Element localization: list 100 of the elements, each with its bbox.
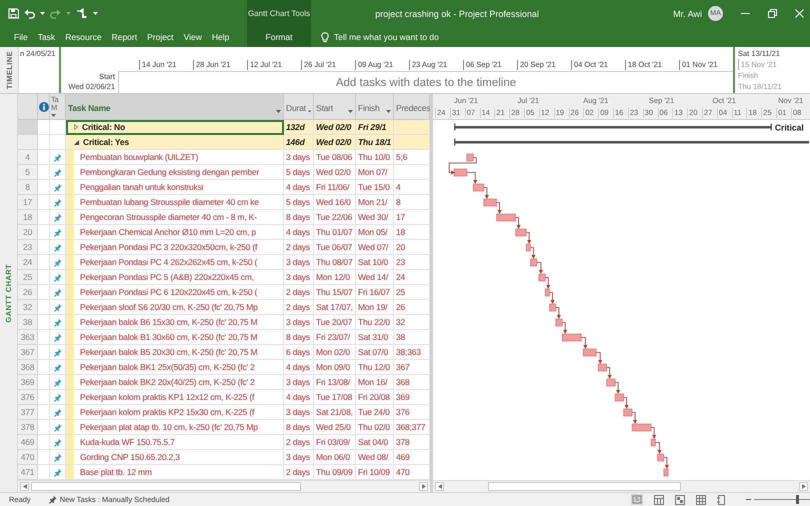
table-cell: 368 <box>394 375 430 390</box>
scroll-right-icon[interactable] <box>802 484 806 489</box>
caret-icon[interactable] <box>348 110 353 113</box>
close-icon[interactable] <box>795 9 804 18</box>
scroll-right-icon[interactable] <box>422 484 426 489</box>
scrollbar-thumb[interactable] <box>488 482 682 491</box>
row-header[interactable]: 470 <box>18 450 38 465</box>
task-bar[interactable] <box>657 454 664 462</box>
window-title: project crashing ok - Project Professional <box>374 8 540 18</box>
caret-icon[interactable] <box>40 12 45 15</box>
collapsed-triangle-icon[interactable] <box>74 124 78 130</box>
row-header[interactable]: 5 <box>18 165 38 180</box>
task-bar[interactable] <box>472 184 484 192</box>
column-header[interactable]: Predeces <box>394 94 430 120</box>
task-bar[interactable] <box>515 228 526 236</box>
task-bar[interactable] <box>466 154 474 162</box>
table-view-icon[interactable] <box>654 494 664 504</box>
row-header[interactable]: 18 <box>18 210 38 225</box>
row-header[interactable]: 369 <box>18 375 38 390</box>
caret-icon[interactable] <box>51 114 56 117</box>
ribbon-tab[interactable]: Task <box>32 27 60 47</box>
task-bar[interactable] <box>562 334 582 342</box>
grid-view-icon[interactable] <box>696 494 706 504</box>
table-cell: 26 <box>394 300 430 315</box>
ribbon-tab[interactable]: Report <box>106 27 142 47</box>
zoom-slider-thumb[interactable] <box>796 495 800 504</box>
gantt-view-icon[interactable] <box>631 494 643 505</box>
task-bar[interactable] <box>484 198 497 206</box>
column-header[interactable]: Task Name <box>66 94 284 120</box>
touch-mode-icon[interactable] <box>76 8 88 19</box>
timeline-drop-area[interactable]: Add tasks with dates to the timeline <box>118 71 733 93</box>
caret-icon[interactable] <box>386 110 391 113</box>
column-header[interactable]: Finish <box>356 94 394 120</box>
ribbon-tab[interactable]: Resource <box>60 27 107 47</box>
pushpin-icon[interactable] <box>48 495 57 504</box>
task-bar[interactable] <box>454 168 468 176</box>
task-bar[interactable] <box>614 394 624 402</box>
column-header[interactable]: Durat <box>284 94 314 120</box>
restore-icon[interactable] <box>768 9 777 18</box>
caret-icon[interactable] <box>93 12 98 15</box>
row-header[interactable]: 25 <box>18 270 38 285</box>
row-header[interactable]: 32 <box>18 300 38 315</box>
column-header[interactable] <box>38 94 50 120</box>
row-header[interactable]: 377 <box>18 405 38 420</box>
ribbon-tab[interactable]: Help <box>206 27 234 47</box>
task-bar[interactable] <box>598 364 607 372</box>
ribbon-tab[interactable]: Format <box>247 27 311 47</box>
table-cell: Mon 09/0 <box>314 360 356 375</box>
save-icon[interactable] <box>8 8 19 19</box>
ribbon-tab[interactable]: View <box>178 27 207 47</box>
task-bar[interactable] <box>526 244 531 252</box>
tell-me-field[interactable]: Tell me what you want to do <box>334 32 439 42</box>
chart-view-icon[interactable] <box>675 494 685 504</box>
table-cell: Wed 02/0 <box>314 135 356 150</box>
row-header[interactable]: 363 <box>18 330 38 345</box>
row-header[interactable]: 368 <box>18 360 38 375</box>
group-name-cell[interactable]: Critical: No <box>66 120 284 135</box>
column-header[interactable]: Start <box>314 94 356 120</box>
task-bar[interactable] <box>606 378 616 386</box>
task-bar[interactable] <box>556 318 562 326</box>
task-bar[interactable] <box>496 214 516 222</box>
task-bar[interactable] <box>549 304 556 312</box>
task-bar[interactable] <box>650 438 656 446</box>
row-header[interactable]: 367 <box>18 345 38 360</box>
expanded-triangle-icon[interactable] <box>74 140 79 144</box>
row-header[interactable]: 38 <box>18 315 38 330</box>
scroll-left-icon[interactable] <box>22 484 26 489</box>
row-header[interactable]: 378 <box>18 420 38 435</box>
row-header[interactable]: 471 <box>18 465 38 480</box>
caret-icon[interactable] <box>276 110 281 113</box>
horizontal-scrollbar[interactable] <box>18 480 430 492</box>
group-name-cell[interactable]: Critical: Yes <box>66 135 284 150</box>
row-header[interactable]: 376 <box>18 390 38 405</box>
undo-icon[interactable] <box>24 8 35 19</box>
task-bar[interactable] <box>623 408 632 416</box>
row-header[interactable]: 24 <box>18 255 38 270</box>
row-header[interactable]: 17 <box>18 195 38 210</box>
row-header[interactable]: 20 <box>18 225 38 240</box>
row-header[interactable]: 8 <box>18 180 38 195</box>
task-name: Pekerjaan balok B5 20x30 cm, K-250 (fc' 20,75 M <box>80 346 258 359</box>
caret-icon[interactable] <box>308 110 311 113</box>
group-name: Critical: Yes <box>83 136 129 149</box>
scroll-left-icon[interactable] <box>438 484 442 489</box>
row-header[interactable]: 26 <box>18 285 38 300</box>
ribbon-tab[interactable]: Project <box>142 27 179 47</box>
task-bar[interactable] <box>632 424 652 432</box>
row-header[interactable]: 23 <box>18 240 38 255</box>
ribbon-tab[interactable]: File <box>9 27 33 47</box>
page-view-icon[interactable] <box>717 494 725 504</box>
task-bar[interactable] <box>538 274 546 282</box>
table-cell: 4 <box>394 180 430 195</box>
table-cell: Thu 08/07 <box>314 255 356 270</box>
scrollbar-thumb[interactable] <box>31 482 302 491</box>
row-header[interactable]: 4 <box>18 150 38 165</box>
task-bar[interactable] <box>583 348 596 356</box>
task-bar[interactable] <box>664 468 668 476</box>
task-bar[interactable] <box>544 288 550 296</box>
row-header[interactable]: 469 <box>18 435 38 450</box>
horizontal-scrollbar[interactable] <box>433 480 810 492</box>
task-bar[interactable] <box>530 258 538 266</box>
